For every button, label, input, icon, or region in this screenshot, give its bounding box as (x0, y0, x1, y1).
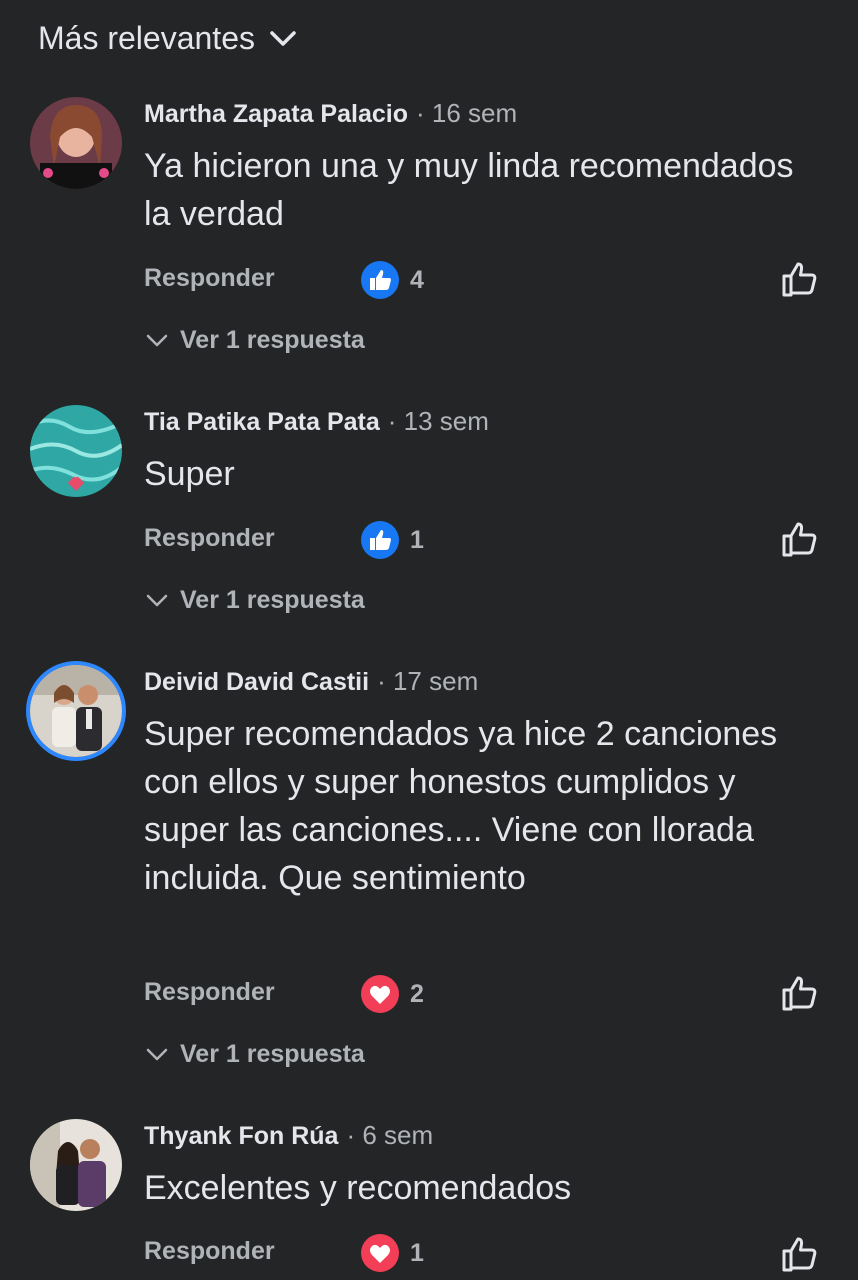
comment-author[interactable]: Deivid David Castii (144, 668, 369, 697)
reaction-count: 4 (410, 265, 424, 294)
view-replies-button[interactable]: Ver 1 respuesta (146, 326, 365, 355)
like-button[interactable] (780, 259, 820, 299)
reaction-summary[interactable]: 4 (360, 260, 424, 300)
thumbs-up-icon (782, 976, 817, 1011)
view-replies-label: Ver 1 respuesta (180, 586, 365, 614)
reaction-count: 1 (410, 525, 424, 554)
avatar[interactable] (30, 1119, 122, 1211)
like-button[interactable] (780, 519, 820, 559)
like-reaction-icon (361, 261, 399, 299)
comment-author[interactable]: Thyank Fon Rúa (144, 1122, 338, 1151)
comment-text: Super recomendados ya hice 2 canciones c… (144, 715, 778, 897)
love-reaction-icon (361, 975, 399, 1013)
comment-text: Super (144, 455, 235, 493)
like-button[interactable] (780, 973, 820, 1013)
view-replies-button[interactable]: Ver 1 respuesta (146, 586, 365, 615)
like-reaction-icon (361, 521, 399, 559)
avatar[interactable] (30, 97, 122, 189)
reaction-summary[interactable]: 1 (360, 520, 424, 560)
sort-label: Más relevantes (38, 20, 255, 56)
reaction-summary[interactable]: 1 (360, 1233, 424, 1273)
comment-text: Ya hicieron una y muy linda recomendados… (144, 147, 794, 233)
reply-button[interactable]: Responder (144, 264, 275, 293)
reply-button[interactable]: Responder (144, 1237, 275, 1266)
thumbs-up-icon (782, 1237, 817, 1272)
reaction-count: 1 (410, 1238, 424, 1267)
view-replies-label: Ver 1 respuesta (180, 326, 365, 354)
view-replies-label: Ver 1 respuesta (180, 1040, 365, 1068)
view-replies-button[interactable]: Ver 1 respuesta (146, 1040, 365, 1069)
avatar[interactable] (30, 665, 122, 757)
sort-dropdown[interactable]: Más relevantes (38, 20, 297, 57)
like-button[interactable] (780, 1234, 820, 1274)
comment-time[interactable]: · 6 sem (346, 1120, 433, 1151)
thumbs-up-icon (782, 522, 817, 557)
comment-time[interactable]: · 17 sem (377, 666, 478, 697)
chevron-down-icon (146, 1048, 168, 1060)
comment-author[interactable]: Tia Patika Pata Pata (144, 408, 380, 437)
reply-button[interactable]: Responder (144, 524, 275, 553)
avatar[interactable] (30, 405, 122, 497)
comment-text: Excelentes y recomendados (144, 1169, 572, 1207)
reaction-summary[interactable]: 2 (360, 974, 424, 1014)
comment-author[interactable]: Martha Zapata Palacio (144, 100, 408, 129)
chevron-down-icon (146, 594, 168, 606)
chevron-down-icon (270, 30, 296, 46)
chevron-down-icon (146, 334, 168, 346)
comment-time[interactable]: · 16 sem (416, 98, 517, 129)
reaction-count: 2 (410, 979, 424, 1008)
love-reaction-icon (361, 1234, 399, 1272)
reply-button[interactable]: Responder (144, 978, 275, 1007)
comment-time[interactable]: · 13 sem (388, 406, 489, 437)
thumbs-up-icon (782, 262, 817, 297)
